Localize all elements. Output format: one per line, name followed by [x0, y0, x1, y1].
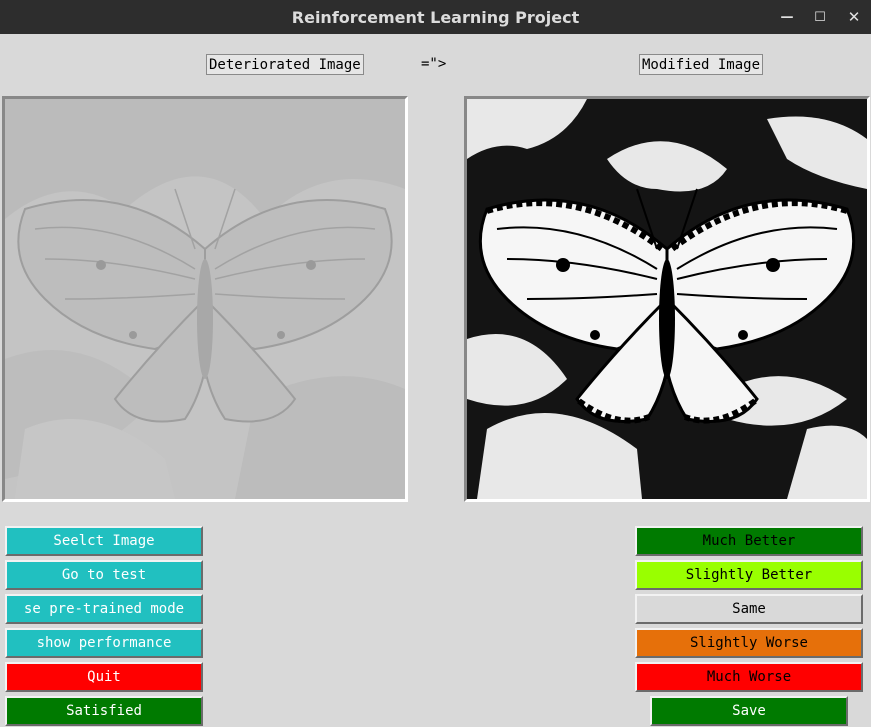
- modified-image-panel: [464, 96, 870, 502]
- deteriorated-image-label: Deteriorated Image: [206, 54, 364, 75]
- title-bar: Reinforcement Learning Project — ☐ ✕: [0, 0, 871, 34]
- deteriorated-butterfly-image: [5, 99, 405, 499]
- app-window: Deteriorated Image ="> Modified Image Se…: [0, 34, 871, 727]
- minimize-icon[interactable]: —: [776, 6, 798, 28]
- deteriorated-image-panel: [2, 96, 408, 502]
- arrow-label: =">: [421, 56, 447, 72]
- slightly-better-button[interactable]: Slightly Better: [635, 560, 863, 590]
- satisfied-button[interactable]: Satisfied: [5, 696, 203, 726]
- show-performance-button[interactable]: show performance: [5, 628, 203, 658]
- maximize-icon[interactable]: ☐: [809, 6, 831, 28]
- use-pretrained-model-button[interactable]: se pre-trained mode: [5, 594, 203, 624]
- quit-button[interactable]: Quit: [5, 662, 203, 692]
- close-icon[interactable]: ✕: [843, 6, 865, 28]
- select-image-button[interactable]: Seelct Image: [5, 526, 203, 556]
- same-button[interactable]: Same: [635, 594, 863, 624]
- save-button[interactable]: Save: [650, 696, 848, 726]
- modified-butterfly-image: [467, 99, 867, 499]
- slightly-worse-button[interactable]: Slightly Worse: [635, 628, 863, 658]
- much-better-button[interactable]: Much Better: [635, 526, 863, 556]
- window-title: Reinforcement Learning Project: [291, 7, 580, 27]
- much-worse-button[interactable]: Much Worse: [635, 662, 863, 692]
- modified-image-label: Modified Image: [639, 54, 764, 75]
- go-to-test-button[interactable]: Go to test: [5, 560, 203, 590]
